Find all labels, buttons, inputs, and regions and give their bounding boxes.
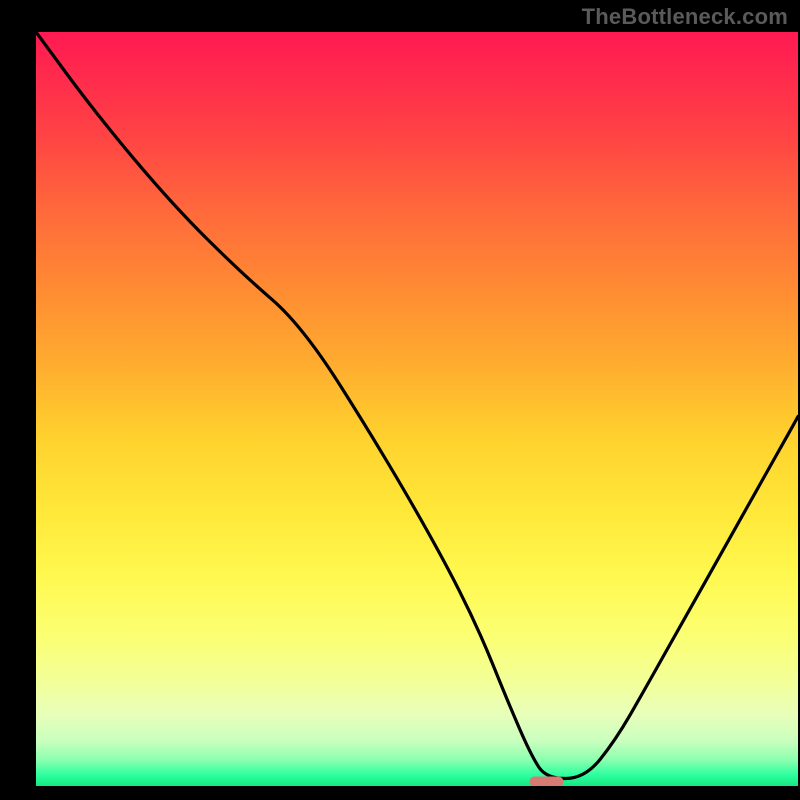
watermark-text: TheBottleneck.com [582, 4, 788, 30]
optimal-marker [530, 777, 564, 787]
chart-frame: TheBottleneck.com [0, 0, 800, 800]
plot-area [36, 32, 798, 786]
gradient-background [36, 32, 798, 786]
bottleneck-chart [36, 32, 798, 786]
